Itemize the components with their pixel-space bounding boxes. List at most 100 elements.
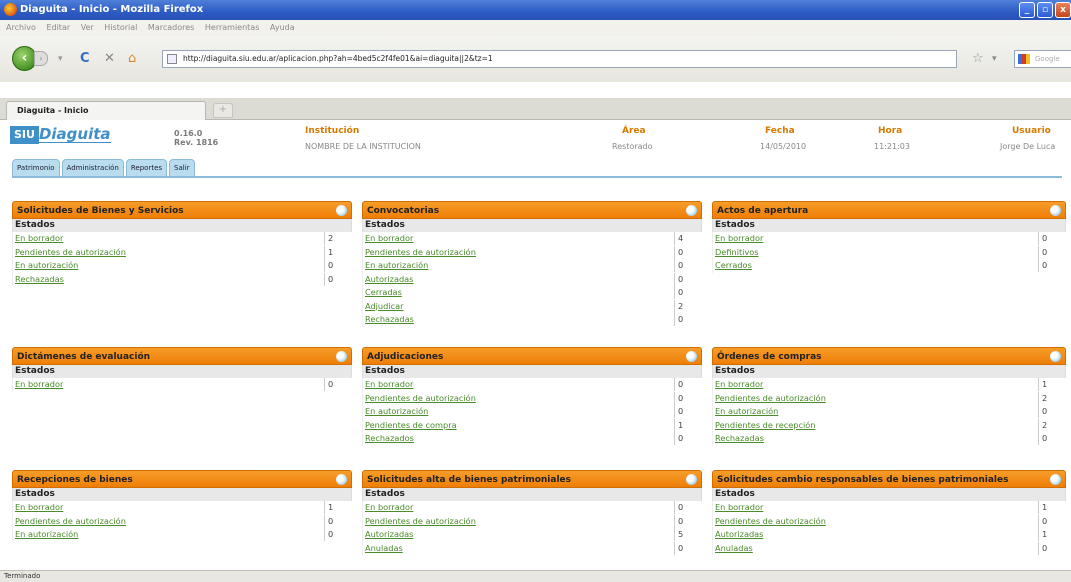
state-link[interactable]: Pendientes de autorización: [363, 393, 476, 403]
state-link[interactable]: En autorización: [363, 260, 428, 270]
state-row: En borrador 2: [12, 232, 352, 246]
state-link[interactable]: Pendientes de autorización: [363, 247, 476, 257]
tab-inicio[interactable]: Diaguita - Inicio: [6, 101, 206, 120]
close-button[interactable]: x: [1055, 2, 1071, 18]
state-count: 0: [674, 313, 702, 326]
state-link[interactable]: Pendientes de recepción: [713, 420, 815, 430]
state-link[interactable]: En borrador: [13, 233, 63, 243]
state-count: 0: [674, 391, 702, 405]
app-header: SIU Diaguita 0.16.0 Rev. 1816 Institución …: [0, 120, 1071, 158]
state-row: Anuladas 0: [712, 541, 1066, 555]
state-link[interactable]: Autorizadas: [363, 274, 413, 284]
history-dropdown-icon[interactable]: ▾: [58, 51, 63, 67]
menu-reportes[interactable]: Reportes: [125, 159, 168, 177]
menu-salir[interactable]: Salir: [169, 159, 195, 177]
panel: Órdenes de compras Estados En borrador 1 Pen…: [712, 347, 1066, 446]
state-link[interactable]: En borrador: [13, 502, 63, 512]
state-row: En borrador 1: [712, 501, 1066, 515]
state-row: En borrador 0: [712, 232, 1066, 246]
state-row: Pendientes de compra 1: [362, 418, 702, 432]
magnifier-icon[interactable]: [336, 205, 347, 216]
menu-herramientas[interactable]: Herramientas: [205, 23, 260, 32]
state-count: 0: [324, 528, 352, 541]
menu-archivo[interactable]: Archivo: [6, 23, 36, 32]
magnifier-icon[interactable]: [686, 474, 697, 485]
state-count: 0: [674, 245, 702, 259]
panel-header: Órdenes de compras: [712, 347, 1066, 365]
state-link[interactable]: En autorización: [363, 406, 428, 416]
page-favicon-icon: [167, 54, 177, 64]
usuario-value: Jorge De Luca: [1000, 142, 1056, 151]
state-row: En borrador 1: [12, 501, 352, 515]
state-link[interactable]: Definitivos: [713, 247, 759, 257]
window-title: Diaguita - Inicio - Mozilla Firefox: [20, 4, 204, 15]
estados-header: Estados: [12, 488, 352, 501]
logo-siu: SIU: [10, 126, 39, 144]
stop-icon[interactable]: ✕: [104, 51, 115, 67]
panel: Recepciones de bienes Estados En borrador 1…: [12, 470, 352, 542]
state-row: Pendientes de autorización 0: [362, 245, 702, 259]
state-link[interactable]: Anuladas: [713, 543, 753, 553]
panel-header: Actos de apertura: [712, 201, 1066, 219]
state-link[interactable]: En borrador: [363, 379, 413, 389]
menu-ver[interactable]: Ver: [81, 23, 94, 32]
state-link[interactable]: Autorizadas: [713, 529, 763, 539]
search-input[interactable]: Google: [1014, 50, 1071, 68]
magnifier-icon[interactable]: [1050, 474, 1061, 485]
state-link[interactable]: En borrador: [363, 233, 413, 243]
forward-button[interactable]: ›: [34, 51, 48, 66]
state-row: Adjudicar 2: [362, 299, 702, 313]
state-link[interactable]: Cerradas: [363, 287, 402, 297]
menu-historial[interactable]: Historial: [104, 23, 137, 32]
magnifier-icon[interactable]: [1050, 205, 1061, 216]
url-bar[interactable]: http://diaguita.siu.edu.ar/aplicacion.ph…: [162, 50, 957, 68]
menu-editar[interactable]: Editar: [46, 23, 70, 32]
state-link[interactable]: Anuladas: [363, 543, 403, 553]
state-link[interactable]: Pendientes de autorización: [13, 516, 126, 526]
state-link[interactable]: Pendientes de autorización: [13, 247, 126, 257]
minimize-button[interactable]: _: [1019, 2, 1035, 18]
estados-header: Estados: [712, 365, 1066, 378]
menu-administracion[interactable]: Administración: [61, 159, 124, 177]
state-link[interactable]: Rechazadas: [363, 314, 414, 324]
magnifier-icon[interactable]: [686, 351, 697, 362]
state-link[interactable]: En borrador: [713, 379, 763, 389]
state-row: Anuladas 0: [362, 541, 702, 555]
state-link[interactable]: Adjudicar: [363, 301, 403, 311]
dropdown-icon[interactable]: ▾: [992, 51, 997, 67]
magnifier-icon[interactable]: [1050, 351, 1061, 362]
state-link[interactable]: Autorizadas: [363, 529, 413, 539]
state-link[interactable]: Pendientes de autorización: [713, 516, 826, 526]
maximize-button[interactable]: ▫: [1037, 2, 1053, 18]
new-tab-button[interactable]: +: [213, 103, 233, 118]
state-count: 0: [1038, 432, 1066, 445]
state-link[interactable]: Rechazados: [363, 433, 414, 443]
url-text: http://diaguita.siu.edu.ar/aplicacion.ph…: [183, 54, 493, 63]
state-link[interactable]: En borrador: [363, 502, 413, 512]
state-link[interactable]: Pendientes de autorización: [363, 516, 476, 526]
reload-icon[interactable]: C: [80, 51, 90, 67]
magnifier-icon[interactable]: [336, 474, 347, 485]
state-count: 2: [1038, 418, 1066, 432]
home-icon[interactable]: ⌂: [128, 51, 136, 67]
state-link[interactable]: Rechazadas: [13, 274, 64, 284]
magnifier-icon[interactable]: [686, 205, 697, 216]
state-link[interactable]: En autorización: [13, 260, 78, 270]
bookmark-star-icon[interactable]: ☆: [972, 51, 984, 66]
state-link[interactable]: Cerrados: [713, 260, 752, 270]
status-bar: Terminado: [0, 570, 1071, 582]
state-link[interactable]: Pendientes de compra: [363, 420, 457, 430]
state-link[interactable]: Rechazadas: [713, 433, 764, 443]
institucion-value: NOMBRE DE LA INSTITUCION: [305, 142, 421, 151]
state-link[interactable]: En autorización: [713, 406, 778, 416]
state-link[interactable]: Pendientes de autorización: [713, 393, 826, 403]
state-link[interactable]: En borrador: [13, 379, 63, 389]
state-link[interactable]: En autorización: [13, 529, 78, 539]
menu-patrimonio[interactable]: Patrimonio: [12, 159, 60, 177]
menu-marcadores[interactable]: Marcadores: [148, 23, 194, 32]
state-link[interactable]: En borrador: [713, 233, 763, 243]
window-titlebar: Diaguita - Inicio - Mozilla Firefox _ ▫ …: [0, 0, 1071, 20]
state-link[interactable]: En borrador: [713, 502, 763, 512]
menu-ayuda[interactable]: Ayuda: [270, 23, 295, 32]
magnifier-icon[interactable]: [336, 351, 347, 362]
